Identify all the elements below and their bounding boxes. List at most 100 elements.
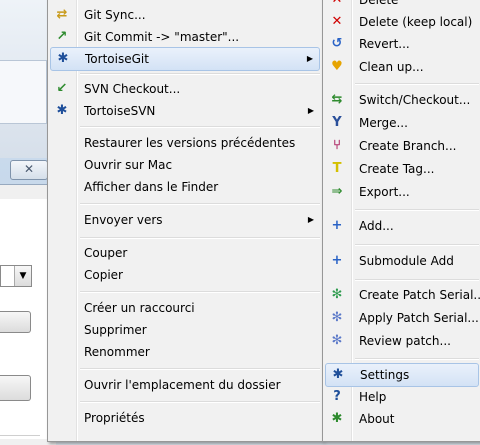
about-icon: ✱ [331,411,343,426]
menu-item-label: Switch/Checkout... [359,93,471,107]
submenu-arrow-icon: ▶ [307,106,314,115]
apply-patch-serial-icon: ✻ [331,310,343,325]
merge-icon: Y [332,115,342,130]
menu-item-label: SVN Checkout... [84,82,181,96]
menu-item-git-sync[interactable]: ⇄ Git Sync... [50,4,320,26]
menu-separator [355,358,479,360]
menu-item-svn-checkout[interactable]: ↙ SVN Checkout... [50,78,320,100]
submenu-item-delete[interactable]: ✕ Delete [325,0,479,11]
menu-item-git-commit[interactable]: ↗ Git Commit -> "master"... [50,26,320,48]
menu-item-label: Copier [84,268,123,282]
git-sync-icon: ⇄ [56,7,68,22]
menu-item-tortoisesvn[interactable]: ✱ TortoiseSVN ▶ [50,100,320,122]
dialog-button[interactable] [0,375,31,401]
submenu-item-help[interactable]: ? Help [325,386,479,408]
menu-item-label: Ouvrir sur Mac [84,158,173,172]
menu-item-show-in-finder[interactable]: Afficher dans le Finder [50,176,320,198]
submenu-item-clean-up[interactable]: ♥ Clean up... [325,56,479,78]
tortoisegit-submenu: ✕ Delete ✕ Delete (keep local) ↺ Revert.… [322,0,480,442]
submenu-item-about[interactable]: ✱ About [325,408,479,430]
menu-item-label: Export... [359,185,410,199]
create-tag-icon: T [332,161,342,176]
menu-separator [80,401,320,403]
clean-up-icon: ♥ [331,59,343,74]
menu-item-label: Restaurer les versions précédentes [84,136,296,150]
menu-item-open-folder-location[interactable]: Ouvrir l'emplacement du dossier [50,374,320,396]
menu-item-label: Delete (keep local) [359,15,473,29]
submodule-add-icon: + [331,253,343,268]
menu-item-label: Git Commit -> "master"... [84,30,240,44]
close-button[interactable]: ✕ [10,160,48,180]
menu-separator [80,203,320,205]
menu-item-open-on-mac[interactable]: Ouvrir sur Mac [50,154,320,176]
settings-icon: ✱ [332,367,344,382]
tortoisegit-icon: ✱ [57,51,69,66]
switch-checkout-icon: ⇆ [331,92,343,107]
menu-item-restore-previous-versions[interactable]: Restaurer les versions précédentes [50,132,320,154]
submenu-item-settings[interactable]: ✱ Settings [325,363,479,387]
menu-item-label: Propriétés [84,411,145,425]
dialog-combo-box[interactable]: ▼ [0,265,32,287]
menu-item-label: TortoiseSVN [84,104,156,118]
menu-separator [80,237,320,239]
menu-separator [80,291,320,293]
submenu-item-export[interactable]: ⇒ Export... [325,181,479,203]
chevron-down-icon[interactable]: ▼ [14,266,31,286]
menu-item-label: Settings [360,368,410,382]
menu-item-delete[interactable]: Supprimer [50,319,320,341]
menu-item-label: TortoiseGit [85,52,149,66]
submenu-item-create-branch[interactable]: ⑂ Create Branch... [325,135,479,157]
menu-item-label: Merge... [359,116,408,130]
delete-keep-local-icon: ✕ [331,14,343,29]
submenu-arrow-icon: ▶ [307,215,314,224]
menu-item-label: Couper [84,246,128,260]
menu-item-label: Apply Patch Serial... [359,311,479,325]
submenu-item-merge[interactable]: Y Merge... [325,112,479,134]
menu-item-label: Clean up... [359,60,424,74]
menu-item-label: Ouvrir l'emplacement du dossier [84,378,281,392]
menu-item-cut[interactable]: Couper [50,242,320,264]
menu-item-create-shortcut[interactable]: Créer un raccourci [50,297,320,319]
submenu-item-create-patch-serial[interactable]: ✻ Create Patch Serial... [325,284,480,306]
submenu-item-review-patch[interactable]: ✻ Review patch... [325,330,479,352]
menu-item-label: Supprimer [84,323,147,337]
menu-item-send-to[interactable]: Envoyer vers ▶ [50,209,320,231]
submenu-item-switch-checkout[interactable]: ⇆ Switch/Checkout... [325,89,479,111]
dialog-button[interactable] [0,311,31,333]
menu-item-label: Review patch... [359,334,451,348]
close-icon: ✕ [23,162,35,176]
tortoisesvn-icon: ✱ [56,103,68,118]
submenu-item-submodule-add[interactable]: + Submodule Add [325,250,479,272]
help-icon: ? [333,389,341,404]
submenu-item-delete-keep-local[interactable]: ✕ Delete (keep local) [325,11,479,33]
menu-separator [355,83,479,85]
menu-separator [355,279,479,281]
review-patch-icon: ✻ [331,333,343,348]
menu-separator [355,209,479,211]
menu-item-label: Create Patch Serial... [359,288,480,302]
create-patch-serial-icon: ✻ [331,287,343,302]
git-commit-icon: ↗ [56,29,68,44]
submenu-item-add[interactable]: + Add... [325,215,479,237]
menu-item-tortoisegit[interactable]: ✱ TortoiseGit ▶ [50,47,320,71]
menu-item-label: Renommer [84,345,150,359]
menu-item-label: Afficher dans le Finder [84,180,219,194]
menu-item-label: Submodule Add [359,254,454,268]
export-icon: ⇒ [331,184,343,199]
add-icon: + [331,218,343,233]
background-file-strip [0,60,47,124]
menu-item-label: Revert... [359,37,410,51]
submenu-item-create-tag[interactable]: T Create Tag... [325,158,479,180]
menu-item-label: Help [359,390,387,404]
create-branch-icon: ⑂ [333,138,341,153]
menu-item-label: Add... [359,219,394,233]
menu-separator [80,368,320,370]
menu-separator [355,244,479,246]
menu-item-properties[interactable]: Propriétés [50,407,320,429]
submenu-item-revert[interactable]: ↺ Revert... [325,33,479,55]
submenu-item-apply-patch-serial[interactable]: ✻ Apply Patch Serial... [325,307,479,329]
menu-item-label: Create Tag... [359,162,435,176]
menu-separator [80,73,320,75]
menu-item-rename[interactable]: Renommer [50,341,320,363]
menu-item-copy[interactable]: Copier [50,264,320,286]
